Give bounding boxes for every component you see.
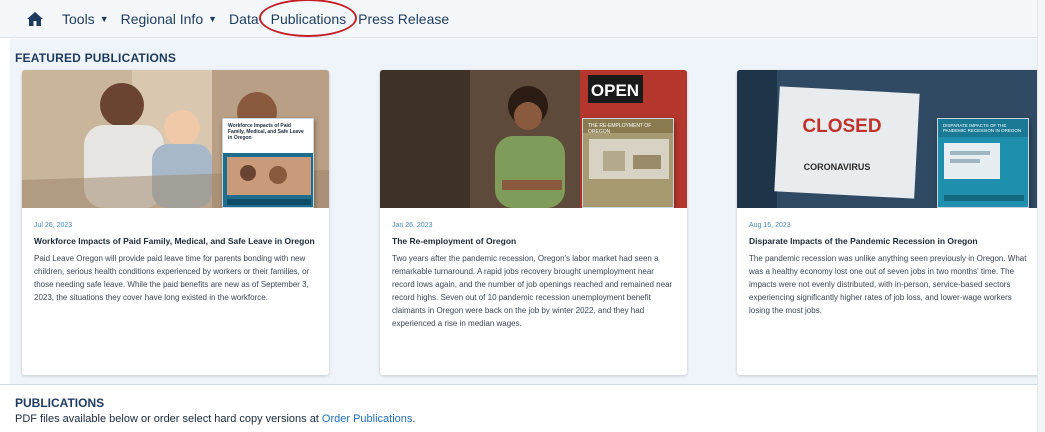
nav-data[interactable]: Data xyxy=(229,11,259,27)
publication-description: The pandemic recession was unlike anythi… xyxy=(749,254,1027,315)
featured-title: FEATURED PUBLICATIONS xyxy=(15,51,177,65)
publication-description: Paid Leave Oregon will provide paid leav… xyxy=(34,254,310,302)
publications-title: PUBLICATIONS xyxy=(15,396,105,410)
publications-intro: PDF files available below or order selec… xyxy=(15,413,322,425)
publication-description: Two years after the pandemic recession, … xyxy=(392,254,673,328)
nav-press-release[interactable]: Press Release xyxy=(358,11,449,27)
closed-sign-text: CLOSED xyxy=(802,116,881,137)
open-sign-text: OPEN xyxy=(591,81,639,100)
publications-text: PDF files available below or order selec… xyxy=(15,413,415,425)
publication-card[interactable]: Workforce Impacts of Paid Family, Medica… xyxy=(22,70,329,375)
publication-title[interactable]: Workforce Impacts of Paid Family, Medica… xyxy=(34,235,317,248)
featured-publications: FEATURED PUBLICATIONS Workforce Impacts … xyxy=(10,39,1045,384)
nav-tools[interactable]: Tools ▼ xyxy=(62,11,109,27)
nav-press-release-label: Press Release xyxy=(358,10,450,27)
nav-regional-info[interactable]: Regional Info ▼ xyxy=(121,11,217,27)
book-cover-title: DISPARATE IMPACTS OF THE PANDEMIC RECESS… xyxy=(938,119,1028,137)
publication-date: Jul 26, 2023 xyxy=(34,222,73,229)
chevron-down-icon: ▼ xyxy=(208,13,218,24)
publication-title[interactable]: Disparate Impacts of the Pandemic Recess… xyxy=(749,235,1032,248)
order-publications-link[interactable]: Order Publications xyxy=(322,413,413,425)
card-image-family[interactable]: Workforce Impacts of Paid Family, Medica… xyxy=(22,70,329,208)
publications-text-end: . xyxy=(412,413,416,425)
book-cover-title: Workforce Impacts of Paid Family, Medica… xyxy=(223,119,313,153)
top-navigation: Tools ▼ Regional Info ▼ Data Publication… xyxy=(0,0,1045,38)
card-image-closed[interactable]: CLOSED CORONAVIRUS DISPARATE IMPACTS OF … xyxy=(737,70,1044,208)
book-cover: Workforce Impacts of Paid Family, Medica… xyxy=(222,118,314,208)
publication-card[interactable]: CLOSED CORONAVIRUS DISPARATE IMPACTS OF … xyxy=(737,70,1044,375)
publication-date: Aug 16, 2023 xyxy=(749,222,791,229)
coronavirus-sign-text: CORONAVIRUS xyxy=(804,162,871,172)
book-cover: THE RE-EMPLOYMENT OF OREGON xyxy=(582,118,674,208)
publication-date: Jan 26, 2023 xyxy=(392,222,433,229)
nav-publications-label: Publications xyxy=(270,10,347,27)
book-cover: DISPARATE IMPACTS OF THE PANDEMIC RECESS… xyxy=(937,118,1029,208)
book-cover-title: THE RE-EMPLOYMENT OF OREGON xyxy=(583,119,673,135)
publication-title[interactable]: The Re-employment of Oregon xyxy=(392,235,675,248)
page-scrollbar[interactable] xyxy=(1037,0,1045,432)
home-icon[interactable] xyxy=(26,11,44,27)
nav-data-label: Data xyxy=(229,10,259,27)
publication-card[interactable]: OPEN THE RE-EMPLOYMENT OF OREGON Jan 26,… xyxy=(380,70,687,375)
publications-section: PUBLICATIONS PDF files available below o… xyxy=(0,384,1045,432)
nav-tools-label: Tools xyxy=(62,10,95,27)
nav-regional-info-label: Regional Info xyxy=(120,10,204,27)
card-image-open[interactable]: OPEN THE RE-EMPLOYMENT OF OREGON xyxy=(380,70,687,208)
nav-publications[interactable]: Publications xyxy=(258,0,357,37)
chevron-down-icon: ▼ xyxy=(99,13,109,24)
